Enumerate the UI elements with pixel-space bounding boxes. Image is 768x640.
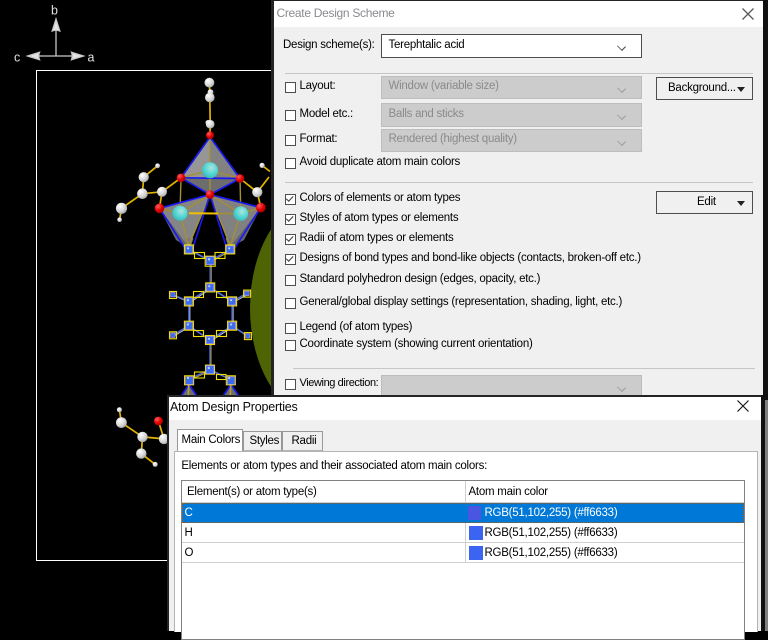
svg-text:c: c bbox=[14, 51, 20, 65]
svg-text:a: a bbox=[88, 51, 95, 65]
svg-text:b: b bbox=[51, 4, 58, 18]
